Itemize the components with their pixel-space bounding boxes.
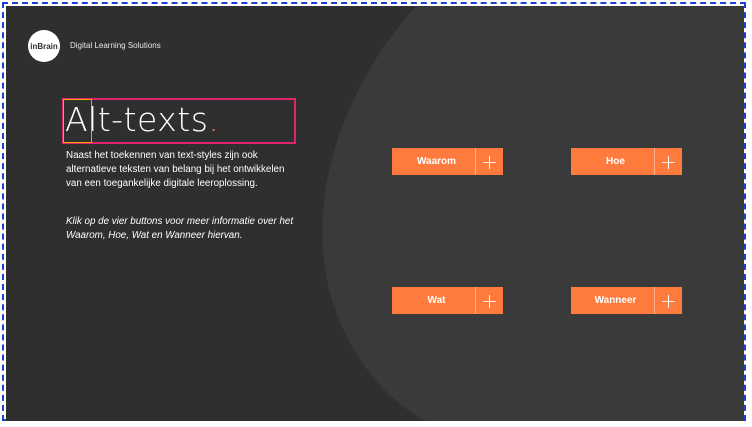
brand-tagline: Digital Learning Solutions [70,41,161,50]
plus-icon: + [654,148,682,175]
waarom-button[interactable]: Waarom + [392,148,503,175]
waarom-button-label: Waarom [416,156,457,167]
plus-icon: + [475,148,503,175]
background-shape [322,6,744,421]
brand-logo-text: inBrain [30,41,58,51]
wanneer-button-label: Wanneer [594,295,637,306]
plus-icon: + [475,287,503,314]
page-title-text: Alt-texts [65,100,209,139]
brand-logo: inBrain [28,30,60,62]
title-accent-dot: . [208,100,220,139]
wanneer-button[interactable]: Wanneer + [571,287,682,314]
plus-icon: + [654,287,682,314]
intro-paragraph: Naast het toekennen van text-styles zijn… [66,150,285,189]
hoe-button-label: Hoe [606,156,625,167]
instruction-paragraph: Klik op de vier buttons voor meer inform… [66,216,294,241]
slide-canvas: inBrain Digital Learning Solutions [6,6,744,421]
wat-button-label: Wat [427,295,446,306]
hoe-button[interactable]: Hoe + [571,148,682,175]
page-title[interactable]: Alt-texts. [65,100,219,139]
wat-button[interactable]: Wat + [392,287,503,314]
